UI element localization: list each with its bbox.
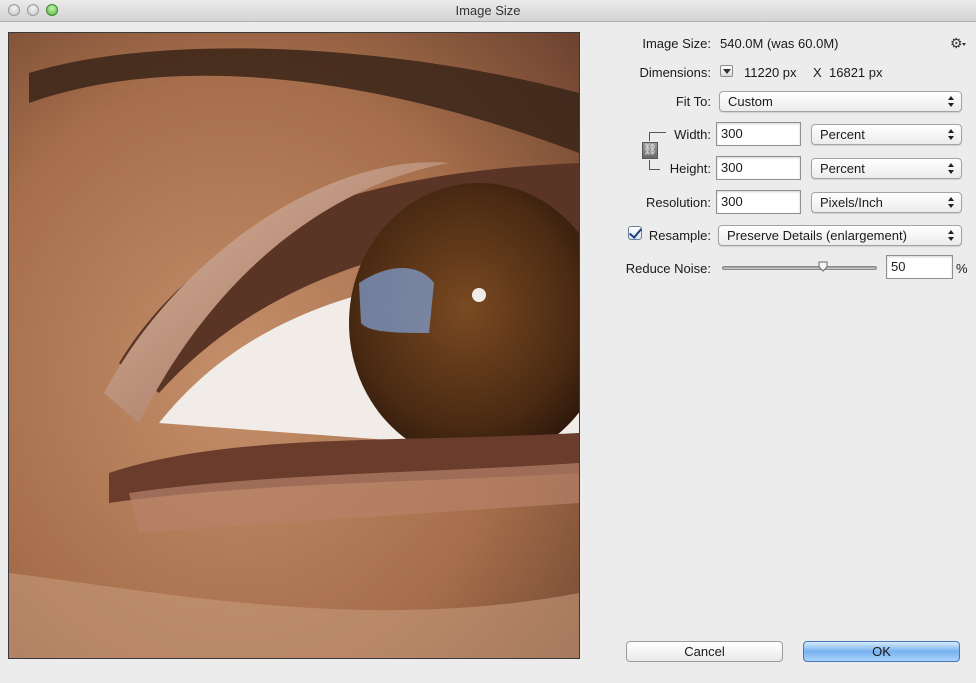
resample-method-value: Preserve Details (enlargement) xyxy=(727,228,907,243)
reduce-noise-label: Reduce Noise: xyxy=(625,261,711,276)
select-arrows-icon xyxy=(947,127,955,141)
width-unit-value: Percent xyxy=(820,127,865,142)
fit-to-label: Fit To: xyxy=(675,94,711,109)
resolution-input[interactable]: 300 xyxy=(716,190,801,214)
resolution-label: Resolution: xyxy=(645,195,711,210)
cancel-button[interactable]: Cancel xyxy=(626,641,783,662)
dimensions-width-value: 11220 px xyxy=(744,65,797,80)
title-bar: Image Size xyxy=(0,0,976,22)
gear-menu-caret-icon xyxy=(962,43,966,46)
image-size-label: Image Size: xyxy=(642,36,711,51)
image-size-value: 540.0M (was 60.0M) xyxy=(720,36,839,51)
dimensions-times-sign: X xyxy=(813,65,822,80)
constrain-bracket-bottom xyxy=(649,160,660,170)
resample-label[interactable]: Resample: xyxy=(646,228,711,243)
height-unit-select[interactable]: Percent xyxy=(811,158,962,179)
reduce-noise-percent-unit: % xyxy=(956,261,968,276)
reduce-noise-input[interactable]: 50 xyxy=(886,255,953,279)
width-label: Width: xyxy=(674,127,711,142)
image-preview[interactable] xyxy=(8,32,580,659)
height-input[interactable]: 300 xyxy=(716,156,801,180)
reduce-noise-slider-thumb[interactable] xyxy=(818,261,828,272)
select-arrows-icon xyxy=(947,161,955,175)
chain-link-icon[interactable]: ⛓ xyxy=(642,142,658,159)
reduce-noise-slider[interactable] xyxy=(722,266,877,270)
resolution-unit-value: Pixels/Inch xyxy=(820,195,883,210)
width-unit-select[interactable]: Percent xyxy=(811,124,962,145)
resolution-unit-select[interactable]: Pixels/Inch xyxy=(811,192,962,213)
fit-to-select-value: Custom xyxy=(728,94,773,109)
select-arrows-icon xyxy=(947,195,955,209)
window-title: Image Size xyxy=(455,3,521,18)
fit-to-select[interactable]: Custom xyxy=(719,91,962,112)
dimensions-units-dropdown[interactable] xyxy=(720,65,733,77)
dimensions-label: Dimensions: xyxy=(639,65,711,80)
height-unit-value: Percent xyxy=(820,161,865,176)
width-input[interactable]: 300 xyxy=(716,122,801,146)
resample-checkbox[interactable] xyxy=(628,226,642,240)
ok-button[interactable]: OK xyxy=(803,641,960,662)
gear-icon[interactable]: ⚙ xyxy=(950,35,963,52)
select-arrows-icon xyxy=(947,94,955,108)
resample-method-select[interactable]: Preserve Details (enlargement) xyxy=(718,225,962,246)
height-label: Height: xyxy=(669,161,711,176)
select-arrows-icon xyxy=(947,228,955,242)
dimensions-height-value: 16821 px xyxy=(829,65,883,80)
